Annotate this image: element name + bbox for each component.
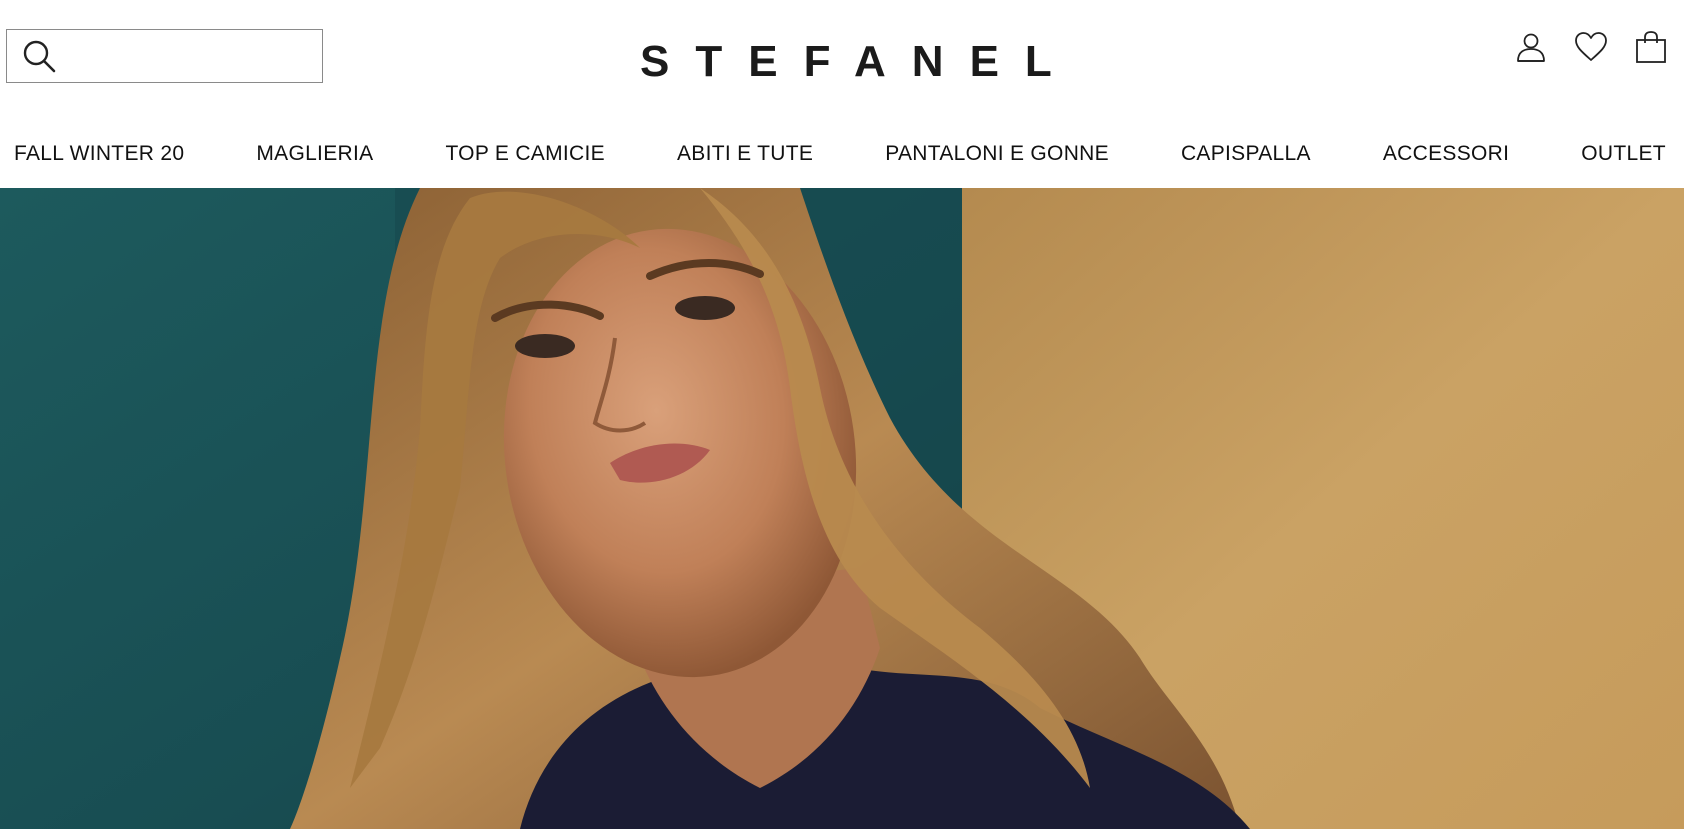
brand-logo[interactable]: STEFANEL — [640, 37, 1052, 87]
nav-item-abiti-e-tute[interactable]: ABITI E TUTE — [677, 142, 813, 166]
main-navigation: FALL WINTER 20 MAGLIERIA TOP E CAMICIE A… — [14, 138, 1666, 170]
nav-item-maglieria[interactable]: MAGLIERIA — [256, 142, 373, 166]
hero-image — [0, 188, 1684, 829]
nav-item-fall-winter-20[interactable]: FALL WINTER 20 — [14, 142, 184, 166]
nav-item-outlet[interactable]: OUTLET — [1581, 142, 1666, 166]
search-box[interactable] — [6, 29, 323, 83]
shopping-bag-icon[interactable] — [1632, 28, 1670, 66]
hero-banner[interactable] — [0, 188, 1684, 829]
site-header: STEFANEL FALL WINTER 20 MAGLIERIA TOP E … — [0, 0, 1684, 188]
header-icons — [1512, 28, 1670, 66]
wishlist-heart-icon[interactable] — [1572, 28, 1610, 66]
nav-item-capispalla[interactable]: CAPISPALLA — [1181, 142, 1311, 166]
nav-item-pantaloni-e-gonne[interactable]: PANTALONI E GONNE — [885, 142, 1109, 166]
nav-item-top-e-camicie[interactable]: TOP E CAMICIE — [445, 142, 605, 166]
search-input[interactable] — [57, 30, 322, 82]
search-icon[interactable] — [21, 38, 57, 74]
nav-item-accessori[interactable]: ACCESSORI — [1383, 142, 1509, 166]
account-icon[interactable] — [1512, 28, 1550, 66]
